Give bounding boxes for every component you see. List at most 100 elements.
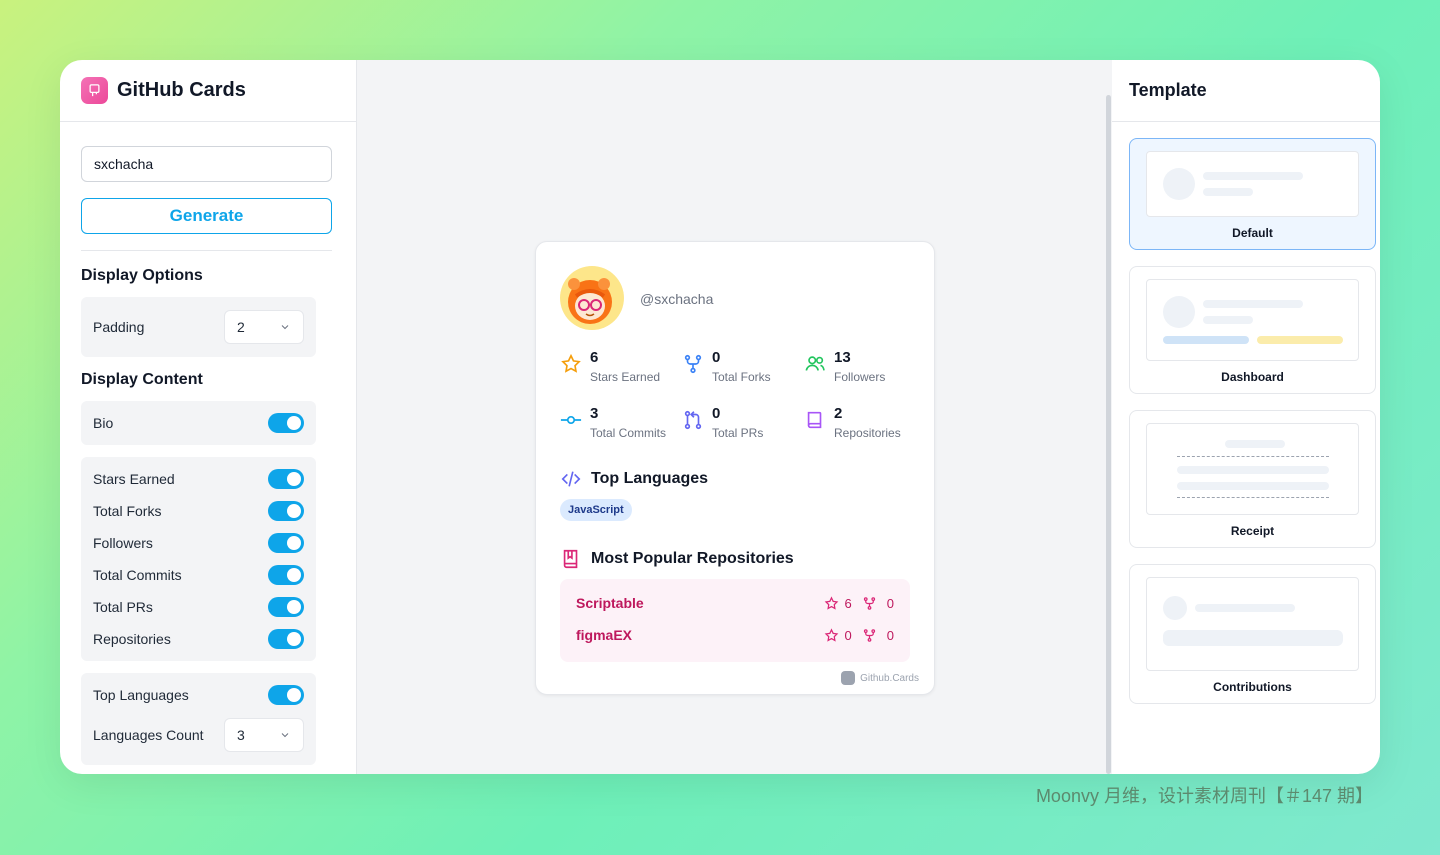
watermark-text: Moonvy 月维，设计素材周刊【＃147 期】	[1035, 786, 1373, 806]
generate-button[interactable]: Generate	[81, 198, 332, 234]
fork-icon	[863, 596, 875, 610]
top-languages-toggle[interactable]	[268, 685, 304, 705]
repositories-label: Repositories	[93, 631, 171, 647]
settings-sidebar: GitHub Cards Generate Display Options Pa…	[60, 60, 357, 774]
repo-meta: 0 0	[824, 628, 894, 643]
code-icon	[561, 471, 581, 487]
card-preview-area: @sxchacha 6 Stars Earned 0 Total Forks 13 F…	[357, 60, 1112, 774]
followers-toggle[interactable]	[268, 533, 304, 553]
stat-value: 3	[590, 405, 599, 422]
stat-label: Followers	[834, 370, 886, 384]
template-dashboard[interactable]: Dashboard	[1129, 266, 1376, 394]
stat-followers: 13 Followers	[804, 349, 885, 384]
card-footer: Github.Cards	[841, 671, 919, 685]
star-icon	[824, 627, 838, 642]
card-handle: @sxchacha	[640, 291, 714, 307]
fork-icon	[684, 354, 702, 374]
chevron-down-icon	[281, 325, 289, 330]
template-preview	[1146, 151, 1359, 217]
github-cards-logo-icon	[81, 77, 108, 104]
total-prs-label: Total PRs	[93, 599, 153, 615]
repo-row[interactable]: Scriptable 6 0	[576, 595, 894, 611]
total-forks-label: Total Forks	[93, 503, 162, 519]
languages-count-label: Languages Count	[93, 727, 204, 743]
chevron-down-icon	[281, 733, 289, 738]
users-icon	[805, 356, 825, 371]
repo-name[interactable]: Scriptable	[576, 595, 644, 611]
repo-forks: 0	[886, 595, 894, 611]
template-preview	[1146, 279, 1359, 361]
top-languages-heading: Top Languages	[560, 468, 708, 490]
padding-value: 2	[237, 319, 245, 335]
repo-icon	[563, 549, 578, 569]
stat-label: Repositories	[834, 426, 901, 440]
divider	[81, 250, 332, 251]
star-icon	[824, 595, 838, 610]
stat-stars: 6 Stars Earned	[560, 349, 660, 384]
stat-repositories: 2 Repositories	[804, 405, 901, 440]
top-languages-label: Top Languages	[93, 687, 189, 703]
template-label: Dashboard	[1221, 370, 1284, 384]
stat-value: 0	[712, 349, 721, 366]
book-icon	[807, 411, 822, 429]
repo-row[interactable]: figmaEX 0 0	[576, 627, 894, 643]
repo-list: Scriptable 6 0 figmaEX 0 0	[560, 579, 910, 662]
popular-repos-title: Most Popular Repositories	[591, 550, 794, 567]
stat-value: 0	[712, 405, 721, 422]
bio-toggle[interactable]	[268, 413, 304, 433]
template-panel: Template Default Dashboard Receipt Contr…	[1112, 60, 1380, 774]
repo-name[interactable]: figmaEX	[576, 627, 632, 643]
repo-meta: 6 0	[824, 596, 894, 611]
popular-repos-heading: Most Popular Repositories	[560, 548, 794, 570]
stars-earned-label: Stars Earned	[93, 471, 175, 487]
padding-group: Padding 2	[81, 297, 316, 357]
template-default[interactable]: Default	[1129, 138, 1376, 250]
star-icon	[561, 353, 581, 373]
template-label: Receipt	[1230, 524, 1275, 538]
stats-group: Stars Earned Total Forks Followers Total…	[81, 457, 316, 661]
total-commits-label: Total Commits	[93, 567, 182, 583]
commit-icon	[560, 415, 582, 425]
stat-label: Total Commits	[590, 426, 667, 440]
template-preview	[1146, 577, 1359, 671]
stat-label: Total Forks	[712, 370, 771, 384]
template-receipt[interactable]: Receipt	[1129, 410, 1376, 548]
followers-label: Followers	[93, 535, 153, 551]
github-cards-logo-icon	[841, 671, 856, 685]
stat-label: Total PRs	[712, 426, 764, 440]
avatar	[560, 266, 624, 330]
repo-stars: 6	[844, 595, 852, 611]
padding-select[interactable]: 2	[224, 310, 304, 344]
stat-value: 2	[834, 405, 843, 422]
pull-request-icon	[684, 410, 702, 430]
stat-commits: 3 Total Commits	[560, 405, 666, 440]
fork-icon	[863, 628, 875, 642]
stat-value: 6	[590, 349, 599, 366]
bio-group: Bio	[81, 401, 316, 445]
stat-forks: 0 Total Forks	[682, 349, 771, 384]
template-label: Contributions	[1213, 680, 1292, 694]
total-forks-toggle[interactable]	[268, 501, 304, 521]
template-contributions[interactable]: Contributions	[1129, 564, 1376, 704]
repo-forks: 0	[886, 627, 894, 643]
languages-count-select[interactable]: 3	[224, 718, 304, 752]
footer-text: Github.Cards	[860, 672, 919, 684]
preview-scrollbar[interactable]	[1106, 95, 1111, 774]
template-preview	[1146, 423, 1359, 515]
repo-stars: 0	[844, 627, 852, 643]
display-content-title: Display Content	[81, 371, 203, 388]
github-card: @sxchacha 6 Stars Earned 0 Total Forks 13 F…	[535, 241, 935, 695]
total-prs-toggle[interactable]	[268, 597, 304, 617]
languages-group: Top Languages Languages Count 3	[81, 673, 316, 765]
padding-label: Padding	[93, 319, 145, 335]
stars-earned-toggle[interactable]	[268, 469, 304, 489]
app-window: GitHub Cards Generate Display Options Pa…	[60, 60, 1380, 774]
app-title: GitHub Cards	[117, 79, 246, 101]
repositories-toggle[interactable]	[268, 629, 304, 649]
template-title: Template	[1112, 60, 1380, 122]
display-options-title: Display Options	[81, 267, 203, 284]
top-languages-title: Top Languages	[591, 470, 709, 487]
bio-label: Bio	[93, 415, 114, 431]
total-commits-toggle[interactable]	[268, 565, 304, 585]
username-input[interactable]	[81, 146, 332, 182]
